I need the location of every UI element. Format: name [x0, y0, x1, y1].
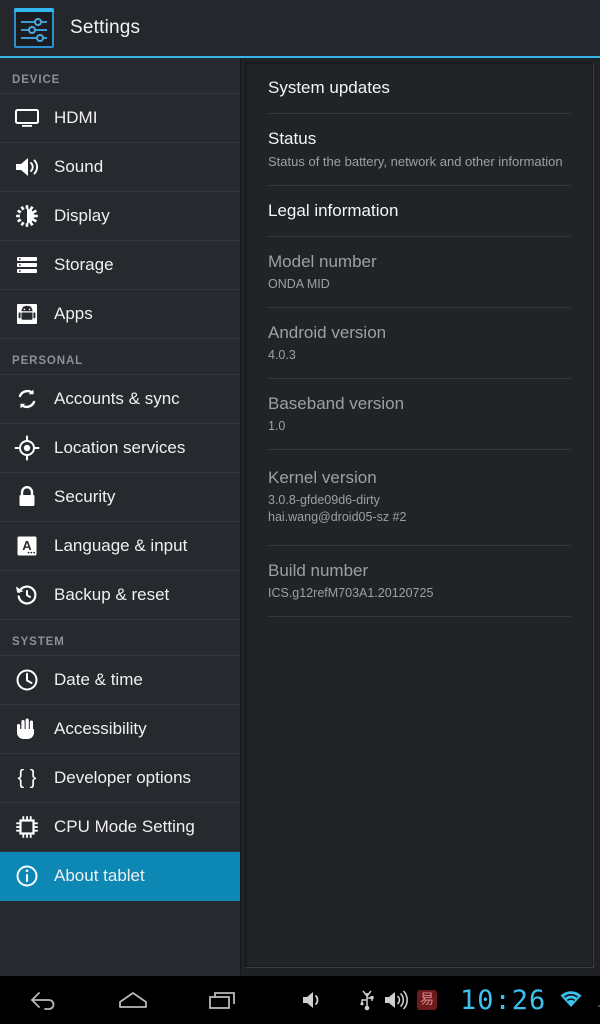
- sidebar-item-security[interactable]: Security: [0, 473, 240, 522]
- preference-legal-information[interactable]: Legal information: [268, 186, 571, 237]
- sidebar-item-hdmi[interactable]: HDMI: [0, 94, 240, 143]
- sidebar-item-label: Apps: [54, 304, 93, 324]
- sidebar-item-apps[interactable]: Apps: [0, 290, 240, 339]
- sidebar-item-label: Sound: [54, 157, 103, 177]
- brightness-icon: [12, 201, 42, 231]
- about-tablet-panel: System updates Status Status of the batter…: [245, 62, 594, 968]
- section-header-device: DEVICE: [0, 58, 240, 94]
- hand-icon: [12, 714, 42, 744]
- sidebar-item-label: Storage: [54, 255, 114, 275]
- sidebar-item-developer-options[interactable]: { } Developer options: [0, 754, 240, 803]
- preference-title: Build number: [268, 560, 571, 582]
- sidebar-item-sound[interactable]: Sound: [0, 143, 240, 192]
- sidebar-item-label: Language & input: [54, 536, 187, 556]
- ime-indicator: 易: [412, 986, 442, 1014]
- preference-build-number: Build number ICS.g12refM703A1.20120725: [268, 546, 571, 617]
- clock-icon: [12, 665, 42, 695]
- preference-title: Kernel version: [268, 467, 571, 489]
- sidebar-item-display[interactable]: Display: [0, 192, 240, 241]
- page-title: Settings: [70, 17, 140, 39]
- preference-summary: ONDA MID: [268, 276, 571, 293]
- cpu-chip-icon: [12, 812, 42, 842]
- section-header-system: SYSTEM: [0, 620, 240, 656]
- sidebar-item-location-services[interactable]: Location services: [0, 424, 240, 473]
- system-navigation-bar: 易 10:26: [0, 976, 600, 1024]
- sidebar-item-label: Developer options: [54, 768, 191, 788]
- sidebar-item-accessibility[interactable]: Accessibility: [0, 705, 240, 754]
- storage-stack-icon: [12, 250, 42, 280]
- preference-title: Android version: [268, 322, 571, 344]
- sidebar-item-label: Accessibility: [54, 719, 147, 739]
- sync-arrows-icon: [12, 384, 42, 414]
- wifi-icon: [556, 986, 586, 1014]
- preference-title: Status: [268, 128, 571, 150]
- ime-badge-label: 易: [417, 990, 437, 1010]
- settings-sliders-icon: [14, 8, 54, 48]
- svg-text:{ }: { }: [18, 767, 37, 789]
- status-icon-group: [556, 986, 600, 1014]
- volume-up-icon: [382, 986, 412, 1014]
- preference-title: System updates: [268, 77, 571, 99]
- preference-system-updates[interactable]: System updates: [268, 63, 571, 114]
- lock-icon: [12, 482, 42, 512]
- usb-icon: [352, 986, 382, 1014]
- preference-model-number: Model number ONDA MID: [268, 237, 571, 308]
- sidebar-item-language-input[interactable]: A Language & input: [0, 522, 240, 571]
- preference-summary: ICS.g12refM703A1.20120725: [268, 585, 571, 602]
- sidebar-item-label: About tablet: [54, 866, 145, 886]
- preference-title: Baseband version: [268, 393, 571, 415]
- recents-icon[interactable]: [206, 986, 240, 1014]
- sidebar-item-label: Date & time: [54, 670, 143, 690]
- curly-braces-icon: { }: [12, 763, 42, 793]
- sidebar-item-label: Security: [54, 487, 115, 507]
- preference-status[interactable]: Status Status of the battery, network and…: [268, 114, 571, 186]
- crosshair-icon: [12, 433, 42, 463]
- svg-text:A: A: [22, 538, 32, 553]
- settings-screen: Settings DEVICE HDMI Sound Display Storage Ap…: [0, 0, 600, 1024]
- detail-panel-wrapper: System updates Status Status of the batter…: [241, 58, 600, 976]
- monitor-icon: [12, 103, 42, 133]
- section-header-personal: PERSONAL: [0, 339, 240, 375]
- preference-summary: Status of the battery, network and other…: [268, 153, 571, 171]
- notification-tray: 易: [352, 986, 442, 1014]
- preference-summary: 3.0.8-gfde09d6-dirty hai.wang@droid05-sz…: [268, 492, 571, 526]
- volume-down-icon[interactable]: [296, 986, 330, 1014]
- sidebar-item-label: Display: [54, 206, 110, 226]
- speaker-icon: [12, 152, 42, 182]
- info-circle-icon: [12, 861, 42, 891]
- action-bar: Settings: [0, 0, 600, 56]
- preference-baseband-version: Baseband version 1.0: [268, 379, 571, 450]
- preference-title: Model number: [268, 251, 571, 273]
- preference-android-version: Android version 4.0.3: [268, 308, 571, 379]
- back-icon[interactable]: [26, 986, 60, 1014]
- sidebar-item-backup-reset[interactable]: Backup & reset: [0, 571, 240, 620]
- nav-key-group: [0, 986, 330, 1014]
- preference-summary: 1.0: [268, 418, 571, 435]
- home-icon[interactable]: [116, 986, 150, 1014]
- letter-a-keyboard-icon: A: [12, 531, 42, 561]
- sidebar-item-label: Backup & reset: [54, 585, 169, 605]
- sidebar-item-accounts-sync[interactable]: Accounts & sync: [0, 375, 240, 424]
- sidebar-item-about-tablet[interactable]: About tablet: [0, 852, 240, 901]
- preference-summary: 4.0.3: [268, 347, 571, 364]
- preference-kernel-version: Kernel version 3.0.8-gfde09d6-dirty hai.w…: [268, 450, 571, 546]
- settings-sidebar[interactable]: DEVICE HDMI Sound Display Storage Apps PERSONA…: [0, 58, 241, 976]
- android-robot-icon: [12, 299, 42, 329]
- sidebar-item-label: Location services: [54, 438, 185, 458]
- sidebar-item-storage[interactable]: Storage: [0, 241, 240, 290]
- sidebar-item-cpu-mode-setting[interactable]: CPU Mode Setting: [0, 803, 240, 852]
- status-clock: 10:26: [460, 985, 546, 1016]
- signal-bars-icon: [591, 986, 600, 1014]
- preference-title: Legal information: [268, 200, 571, 222]
- restore-clock-icon: [12, 580, 42, 610]
- content-area: DEVICE HDMI Sound Display Storage Apps PERSONA…: [0, 58, 600, 976]
- sidebar-item-date-time[interactable]: Date & time: [0, 656, 240, 705]
- sidebar-item-label: HDMI: [54, 108, 97, 128]
- sidebar-item-label: Accounts & sync: [54, 389, 180, 409]
- sidebar-item-label: CPU Mode Setting: [54, 817, 195, 837]
